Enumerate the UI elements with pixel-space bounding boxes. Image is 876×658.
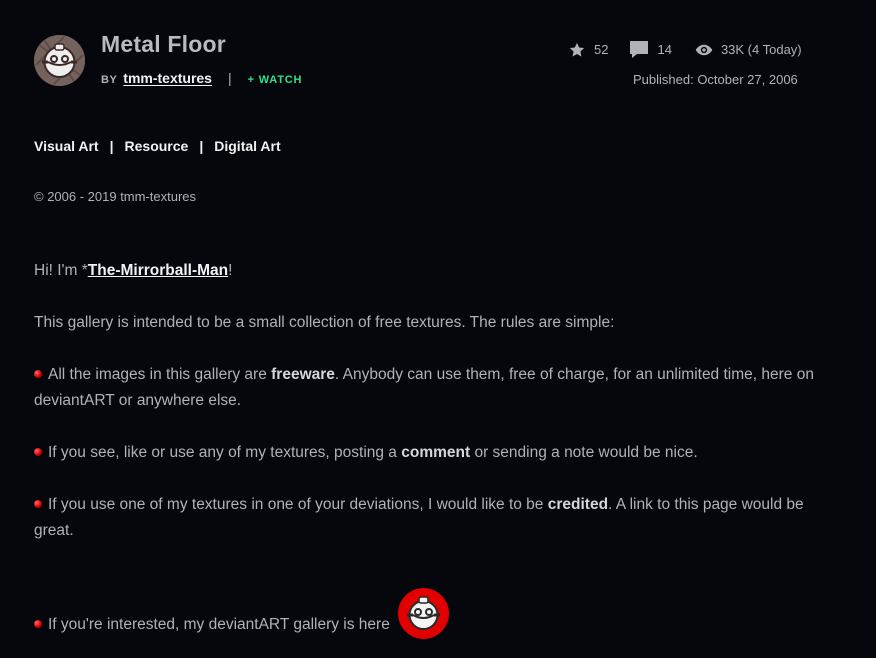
- favorites-count: 52: [594, 42, 609, 57]
- views-count: 33K (4 Today): [720, 42, 802, 57]
- byline: BY tmm-textures | + WATCH: [101, 70, 302, 86]
- published-date: Published: October 27, 2006: [633, 72, 798, 87]
- star-icon: [569, 42, 585, 56]
- mirrorball-man-logo[interactable]: [398, 588, 450, 639]
- category-separator: |: [199, 138, 204, 154]
- rule2-text-end: or sending a note would be nice.: [470, 444, 698, 461]
- comments-count: 14: [657, 42, 672, 57]
- red-dot-icon: [34, 620, 42, 628]
- category-breadcrumb: Visual Art | Resource | Digital Art: [34, 138, 281, 154]
- favorites-stat[interactable]: 52: [568, 41, 608, 59]
- rule3-text: If you use one of my textures in one of …: [48, 496, 548, 513]
- greeting-prefix: Hi! I'm *: [34, 262, 88, 279]
- comments-stat[interactable]: 14: [629, 40, 672, 59]
- watch-button[interactable]: + WATCH: [248, 74, 303, 86]
- mirrorball-logo-icon: [398, 588, 449, 639]
- rule-gallery: If you're interested, my deviantART gall…: [34, 588, 834, 639]
- greeting: Hi! I'm *The-Mirrorball-Man!: [34, 258, 834, 284]
- category-resource[interactable]: Resource: [125, 138, 189, 154]
- rule-credit: If you use one of my textures in one of …: [34, 492, 834, 544]
- deviation-stats: 52 14 33K (4 Today): [568, 40, 802, 59]
- author-link[interactable]: tmm-textures: [123, 70, 212, 86]
- red-dot-icon: [34, 448, 42, 456]
- eye-icon: [695, 44, 713, 55]
- rule-comment: If you see, like or use any of my textur…: [34, 440, 834, 466]
- deviation-title: Metal Floor: [101, 31, 226, 57]
- freeware-highlight: freeware: [271, 366, 335, 383]
- category-separator: |: [109, 138, 114, 154]
- comment-highlight: comment: [401, 444, 471, 461]
- rule4-text: If you're interested, my deviantART gall…: [48, 616, 390, 633]
- rule1-text: All the images in this gallery are: [48, 366, 272, 383]
- credited-highlight: credited: [547, 496, 609, 513]
- comment-icon: [630, 41, 649, 58]
- rule-freeware: All the images in this gallery are freew…: [34, 362, 834, 414]
- views-stat: 33K (4 Today): [695, 42, 802, 57]
- category-visual-art[interactable]: Visual Art: [34, 138, 99, 154]
- intro-text: This gallery is intended to be a small c…: [34, 314, 615, 331]
- rule2-text: If you see, like or use any of my textur…: [48, 444, 402, 461]
- deviation-page: Metal Floor BY tmm-textures | + WATCH 52…: [0, 0, 876, 658]
- red-dot-icon: [34, 500, 42, 508]
- by-label: BY: [101, 74, 118, 86]
- red-dot-icon: [34, 370, 42, 378]
- profile-link[interactable]: The-Mirrorball-Man: [88, 262, 228, 279]
- copyright-notice: © 2006 - 2019 tmm-textures: [34, 189, 197, 204]
- category-digital-art[interactable]: Digital Art: [214, 138, 280, 154]
- author-avatar[interactable]: [34, 35, 85, 86]
- mirrorball-avatar-icon: [34, 35, 85, 86]
- deviation-description: Hi! I'm *The-Mirrorball-Man! This galler…: [34, 258, 834, 639]
- byline-separator: |: [227, 70, 232, 86]
- greeting-suffix: !: [228, 262, 233, 279]
